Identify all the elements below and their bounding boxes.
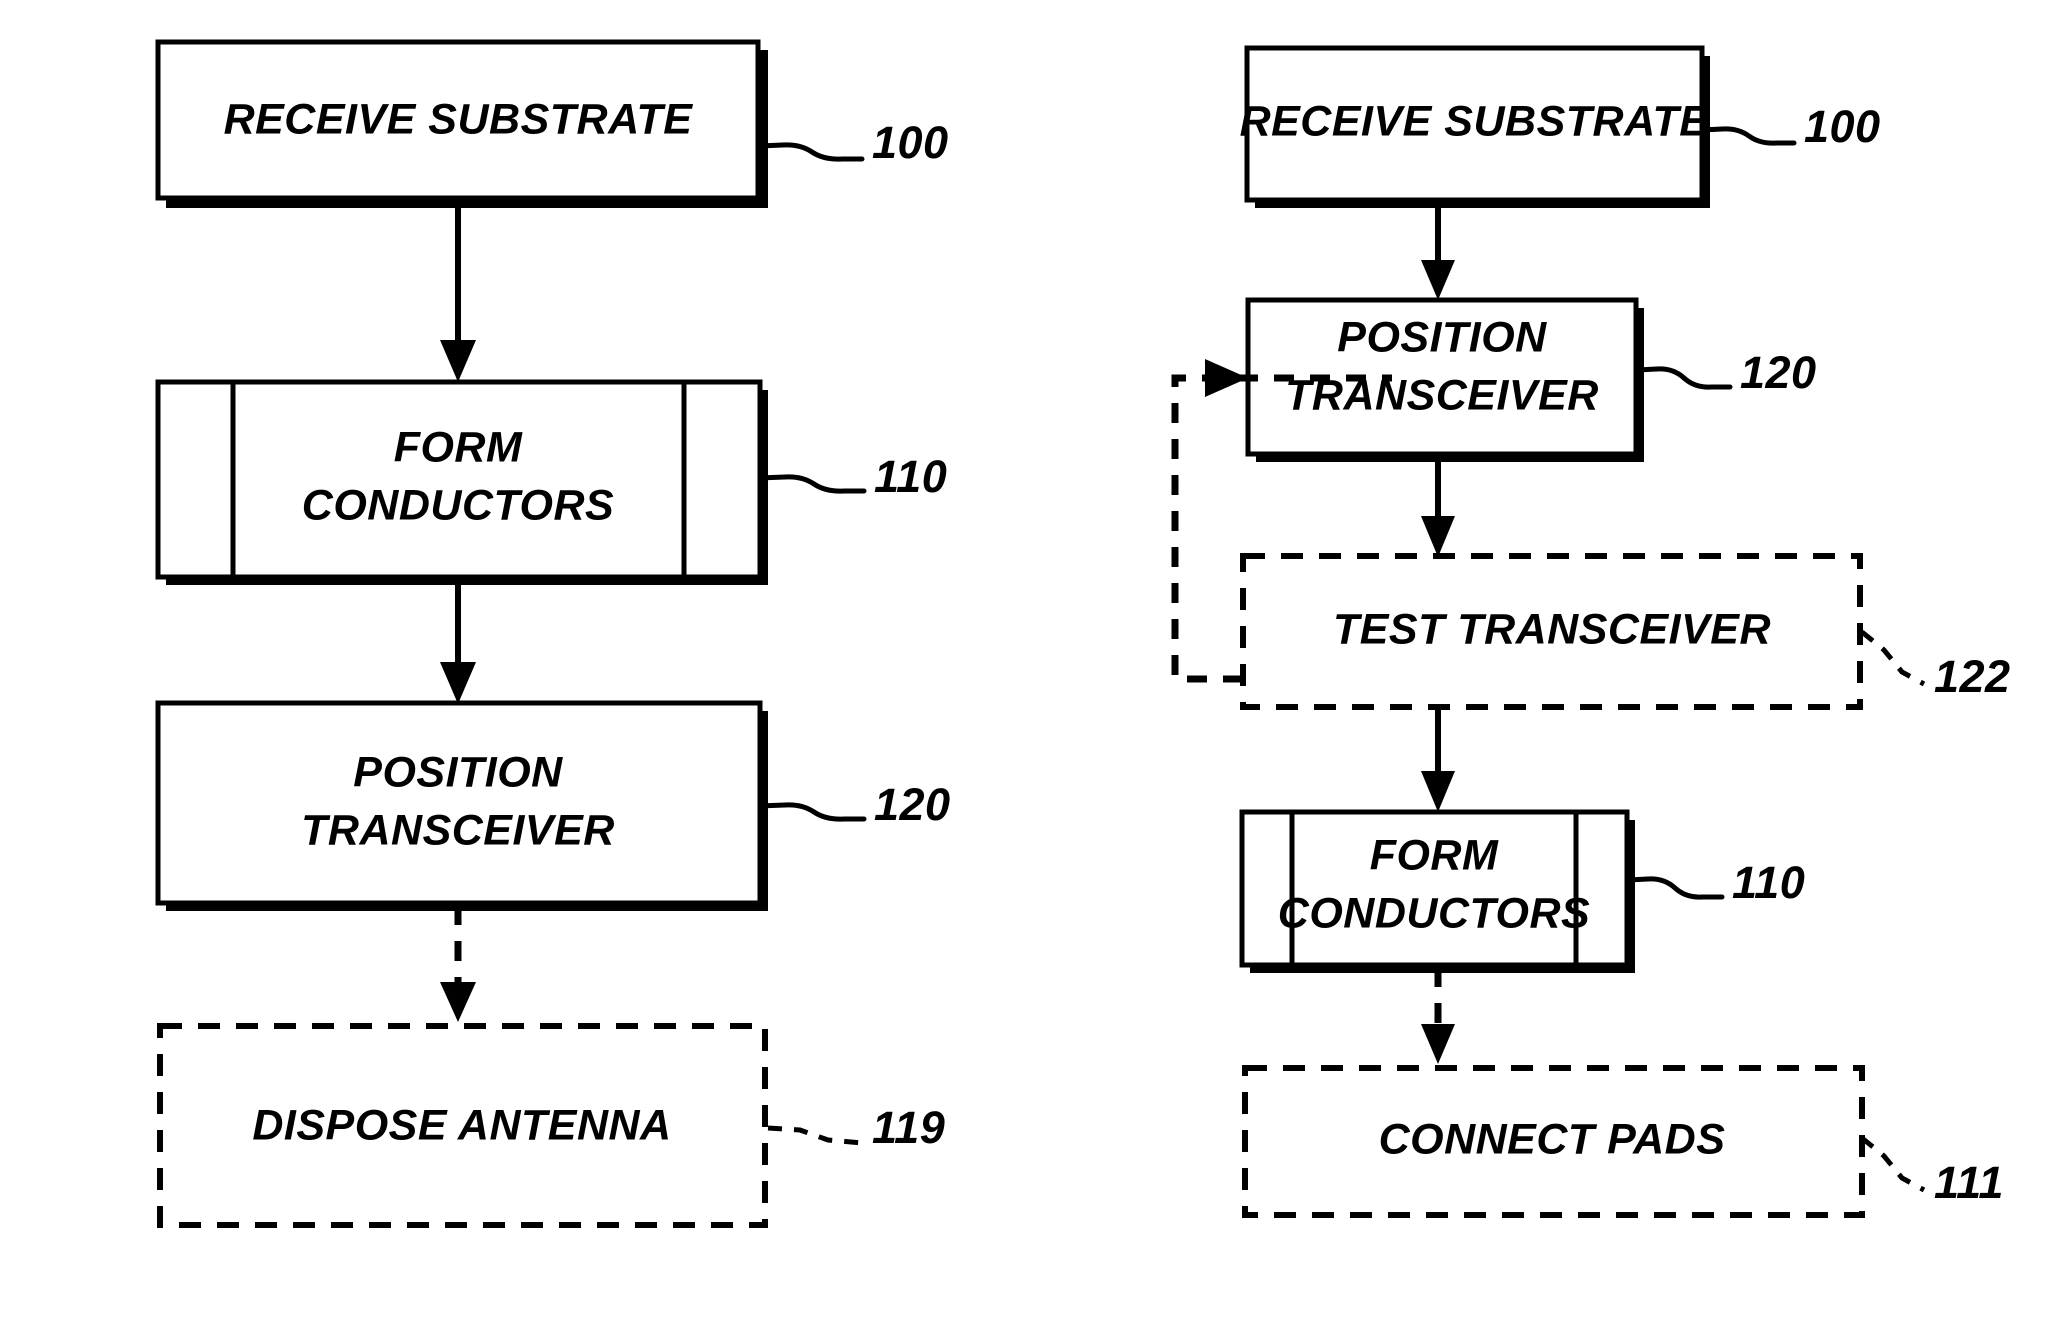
leader-119-left: 119	[767, 1102, 945, 1153]
ref-number: 100	[872, 117, 949, 168]
connector-receive-to-form-left	[440, 208, 476, 382]
ref-number: 111	[1934, 1157, 2004, 1208]
node-position-transceiver-right[interactable]: POSITION TRANSCEIVER	[1245, 297, 1644, 462]
arrowhead-icon	[440, 982, 476, 1022]
leader-100-right: 100	[1699, 101, 1881, 152]
leader-111-right: 111	[1860, 1136, 2004, 1208]
node-dispose-antenna-left[interactable]: DISPOSE ANTENNA	[157, 1023, 768, 1228]
flowchart-canvas: RECEIVE SUBSTRATE 100 FORM CONDUCTORS 11…	[0, 0, 2051, 1328]
node-test-transceiver-right[interactable]: TEST TRANSCEIVER	[1240, 553, 1863, 710]
box-outline	[155, 379, 763, 580]
arrowhead-icon	[440, 662, 476, 704]
leader-120-left: 120	[757, 779, 951, 830]
leader-100-left: 100	[755, 117, 949, 168]
ref-number: 110	[874, 451, 947, 502]
node-form-conductors-right[interactable]: FORM CONDUCTORS	[1239, 809, 1635, 973]
ref-number: 120	[1740, 347, 1817, 398]
node-label: CONNECT PADS	[1379, 1115, 1726, 1163]
ref-number: 122	[1934, 651, 2011, 702]
connector-receive-to-position-right	[1421, 202, 1455, 300]
leader-110-left: 110	[757, 451, 947, 502]
connector-form-to-position-left	[440, 578, 476, 704]
connector-position-to-dispose-left	[440, 905, 476, 1022]
node-receive-substrate-left[interactable]: RECEIVE SUBSTRATE	[155, 39, 768, 208]
node-label-line1: POSITION	[1337, 313, 1547, 361]
leader-110-right: 110	[1625, 857, 1805, 908]
connector-form-to-connect-right	[1421, 967, 1455, 1064]
ref-number: 119	[872, 1102, 945, 1153]
arrowhead-icon	[1421, 516, 1455, 557]
connector-test-to-form-right	[1421, 709, 1455, 812]
node-label-line2: CONDUCTORS	[302, 481, 614, 529]
arrowhead-icon	[1421, 1024, 1455, 1064]
connector-position-to-test-right	[1421, 456, 1455, 557]
arrowhead-icon	[1205, 359, 1248, 397]
node-receive-substrate-right[interactable]: RECEIVE SUBSTRATE	[1240, 45, 1710, 208]
node-connect-pads-right[interactable]: CONNECT PADS	[1242, 1065, 1865, 1218]
node-label-line2: TRANSCEIVER	[301, 806, 615, 854]
arrowhead-icon	[1421, 771, 1455, 812]
arrowhead-icon	[440, 340, 476, 382]
node-form-conductors-left[interactable]: FORM CONDUCTORS	[155, 379, 768, 585]
node-label-line1: FORM	[1370, 831, 1499, 879]
ref-number: 100	[1804, 101, 1881, 152]
node-position-transceiver-left[interactable]: POSITION TRANSCEIVER	[155, 700, 768, 911]
arrowhead-icon	[1421, 260, 1455, 300]
node-label: RECEIVE SUBSTRATE	[224, 95, 694, 143]
node-label-line1: FORM	[394, 423, 523, 471]
ref-number: 120	[874, 779, 951, 830]
leader-122-right: 122	[1860, 630, 2011, 702]
node-label: TEST TRANSCEIVER	[1333, 605, 1771, 653]
node-label: RECEIVE SUBSTRATE	[1240, 97, 1710, 145]
node-label: DISPOSE ANTENNA	[252, 1101, 671, 1149]
leader-120-right: 120	[1634, 347, 1817, 398]
ref-number: 110	[1732, 857, 1805, 908]
box-outline	[155, 700, 763, 906]
node-label-line2: CONDUCTORS	[1278, 889, 1590, 937]
node-label-line1: POSITION	[353, 748, 563, 796]
node-label-line2: TRANSCEIVER	[1285, 371, 1599, 419]
flowchart-svg: RECEIVE SUBSTRATE 100 FORM CONDUCTORS 11…	[155, 39, 2011, 1228]
